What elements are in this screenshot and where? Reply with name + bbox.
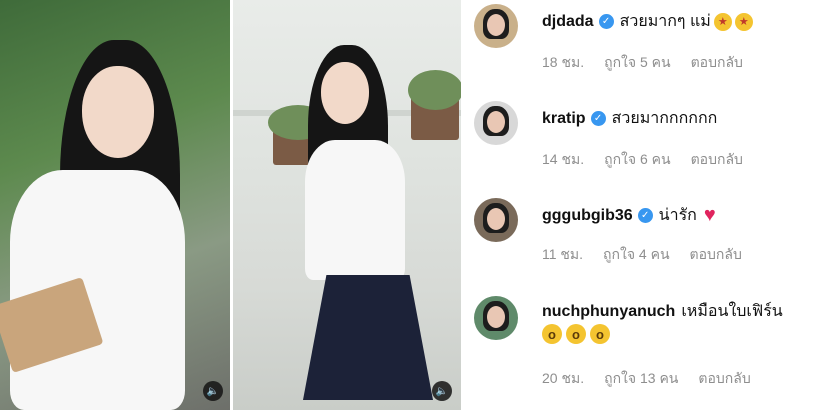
plant-leaves-right [408, 70, 461, 110]
comment-text: น่ารัก [658, 207, 697, 224]
astonished-emoji-icon: o [566, 324, 586, 344]
student-photo-right[interactable]: 🔈 [233, 0, 461, 410]
comment-meta: 18 ชม. ถูกใจ 5 คน ตอบกลับ [542, 52, 763, 74]
comment-emoji-line: o o o [542, 324, 614, 344]
comment-time: 11 ชม. [542, 246, 584, 262]
comment-meta: 14 ชม. ถูกใจ 6 คน ตอบกลับ [542, 149, 763, 171]
comment-text: เหมือนใบเฟิร์น [681, 303, 783, 320]
avatar[interactable] [474, 198, 518, 242]
comment-time: 20 ชม. [542, 370, 585, 386]
student-photo-left[interactable]: 🔈 [0, 0, 230, 410]
avatar-face [487, 14, 505, 36]
reply-button[interactable]: ตอบกลับ [691, 149, 743, 171]
like-count[interactable]: ถูกใจ 4 คน [603, 244, 670, 266]
skirt-shape [303, 275, 433, 400]
comment-time: 18 ชม. [542, 54, 585, 70]
avatar-face [487, 306, 505, 328]
like-count[interactable]: ถูกใจ 5 คน [604, 52, 671, 74]
username[interactable]: kratip [542, 110, 586, 128]
astonished-emoji-icon: o [590, 324, 610, 344]
avatar-face [487, 208, 505, 230]
reply-button[interactable]: ตอบกลับ [698, 368, 750, 390]
comment-meta: 20 ชม. ถูกใจ 13 คน ตอบกลับ [542, 368, 771, 390]
comment-line: djdada ✓ สวยมากๆ แม่ ★ ★ [542, 9, 753, 34]
avatar[interactable] [474, 101, 518, 145]
star-struck-emoji-icon: ★ [713, 12, 732, 31]
sound-icon[interactable]: 🔈 [432, 381, 452, 401]
star-struck-emoji-icon: ★ [734, 12, 753, 31]
reply-button[interactable]: ตอบกลับ [691, 52, 743, 74]
shirt-shape [10, 170, 185, 410]
face-shape [82, 66, 154, 158]
sound-icon[interactable]: 🔈 [203, 381, 223, 401]
comment-time: 14 ชม. [542, 151, 585, 167]
comment-meta: 11 ชม. ถูกใจ 4 คน ตอบกลับ [542, 244, 762, 266]
comment-text: สวยมากกกกกก [611, 110, 718, 127]
avatar[interactable] [474, 4, 518, 48]
comment-line: gggubgib36 ✓ น่ารัก ♥ [542, 203, 720, 228]
like-count[interactable]: ถูกใจ 13 คน [604, 368, 678, 390]
shirt-shape [305, 140, 405, 280]
comment-line: nuchphunyanuch เหมือนใบเฟิร์น [542, 299, 783, 324]
avatar[interactable] [474, 296, 518, 340]
avatar-face [487, 111, 505, 133]
verified-icon: ✓ [598, 14, 614, 29]
username[interactable]: nuchphunyanuch [542, 303, 675, 321]
comment-line: kratip ✓ สวยมากกกกกก [542, 106, 717, 131]
username[interactable]: gggubgib36 [542, 207, 633, 225]
username[interactable]: djdada [542, 13, 594, 31]
like-count[interactable]: ถูกใจ 6 คน [604, 149, 671, 171]
astonished-emoji-icon: o [542, 324, 562, 344]
red-heart-emoji-icon: ♥ [703, 204, 716, 226]
verified-icon: ✓ [590, 111, 606, 126]
verified-icon: ✓ [637, 208, 653, 223]
face-shape [321, 62, 369, 124]
reply-button[interactable]: ตอบกลับ [690, 244, 742, 266]
comments-panel: djdada ✓ สวยมากๆ แม่ ★ ★ 18 ชม. ถูกใจ 5 … [462, 0, 832, 410]
comment-text: สวยมากๆ แม่ [619, 13, 711, 30]
